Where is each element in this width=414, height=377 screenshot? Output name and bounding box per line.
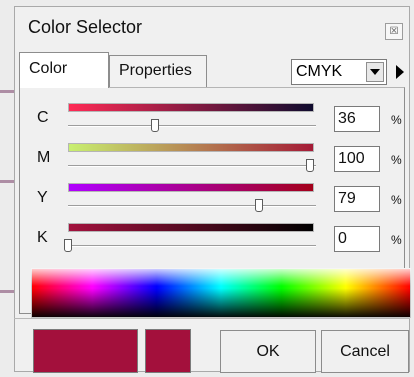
channel-slider-track-k[interactable] <box>68 245 316 247</box>
tab-color[interactable]: Color <box>19 52 109 88</box>
channel-slider-thumb-k[interactable] <box>64 239 72 252</box>
channel-label-m: M <box>37 149 51 166</box>
channel-label-k: K <box>37 229 48 246</box>
tab-properties-label: Properties <box>119 62 192 79</box>
channel-slider-thumb-m[interactable] <box>306 159 314 172</box>
tab-properties[interactable]: Properties <box>109 55 207 89</box>
expand-arrow-icon[interactable] <box>391 59 409 85</box>
color-mode-select[interactable]: CMYK <box>291 59 387 85</box>
channel-label-y: Y <box>37 189 48 206</box>
channel-slider-track-y[interactable] <box>68 205 316 207</box>
previous-color-swatch[interactable] <box>145 329 191 373</box>
current-color-swatch <box>33 329 138 373</box>
channel-slider-thumb-y[interactable] <box>255 199 264 212</box>
tab-color-label: Color <box>29 60 68 77</box>
channel-value-input-y[interactable]: 79 <box>334 186 380 212</box>
divider <box>14 318 410 319</box>
channel-slider-thumb-c[interactable] <box>151 119 160 132</box>
color-mode-value: CMYK <box>296 63 343 80</box>
channel-value-input-m[interactable]: 100 <box>334 146 380 172</box>
window-title: Color Selector <box>28 17 143 37</box>
channel-value-input-c[interactable]: 36 <box>334 106 380 132</box>
channel-label-c: C <box>37 109 49 126</box>
channel-slider-track-m[interactable] <box>68 165 316 167</box>
color-spectrum[interactable] <box>31 268 411 318</box>
chevron-down-icon[interactable] <box>366 62 384 82</box>
channel-slider-track-c[interactable] <box>68 125 316 127</box>
channel-gradient-m <box>68 143 314 152</box>
percent-label: % <box>391 113 402 127</box>
ok-button[interactable]: OK <box>220 330 316 373</box>
cancel-button[interactable]: Cancel <box>321 330 409 373</box>
channel-value-input-k[interactable]: 0 <box>334 226 380 252</box>
channel-gradient-k <box>68 223 314 232</box>
percent-label: % <box>391 233 402 247</box>
percent-label: % <box>391 193 402 207</box>
percent-label: % <box>391 153 402 167</box>
channel-gradient-c <box>68 103 314 112</box>
channel-gradient-y <box>68 183 314 192</box>
title-bar[interactable]: Color Selector ☒ <box>15 7 409 49</box>
close-icon[interactable]: ☒ <box>385 23 403 40</box>
